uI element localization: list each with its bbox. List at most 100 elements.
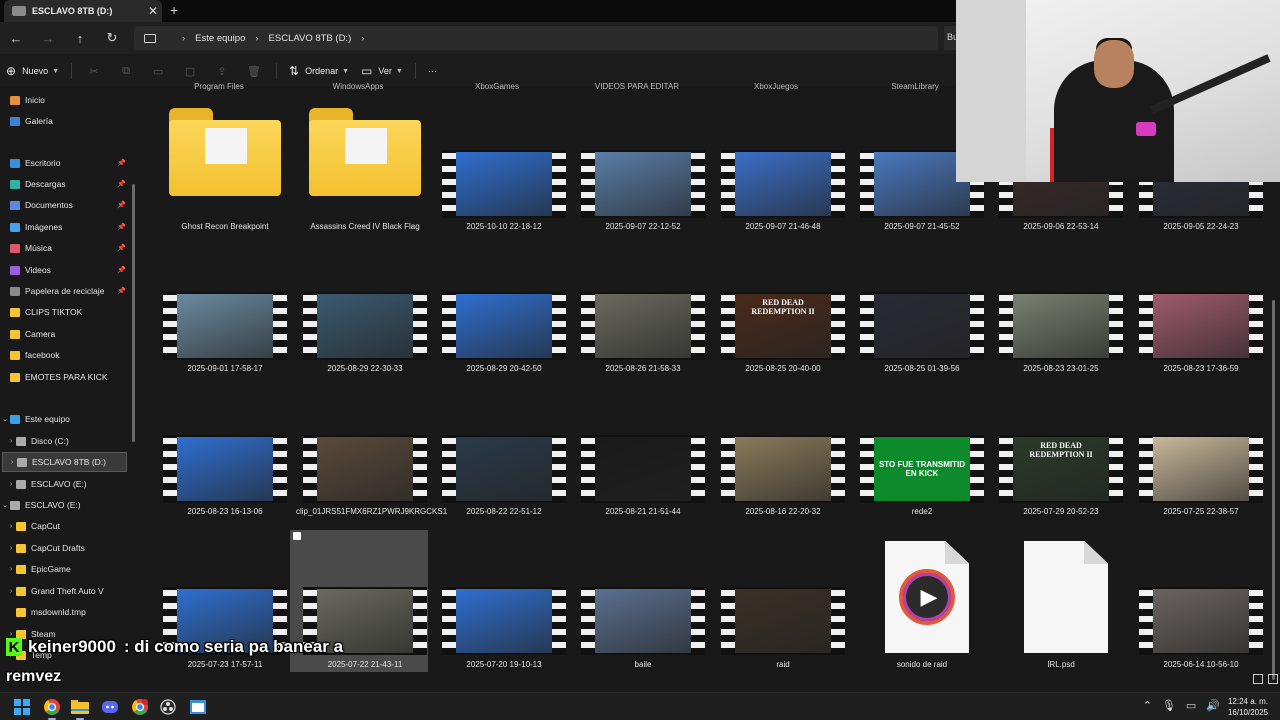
- rename-icon[interactable]: ▢: [174, 58, 206, 84]
- sidebar-item-disco-c[interactable]: › Disco (C:): [0, 431, 132, 451]
- pin-icon[interactable]: 📌: [117, 159, 126, 167]
- sidebar-item-videos[interactable]: Videos 📌: [0, 260, 132, 280]
- sidebar-item-esclavo-e-root[interactable]: ⌄ ESCLAVO (E:): [0, 495, 132, 515]
- folder-icon: [10, 329, 20, 339]
- chevron-right-icon[interactable]: ›: [361, 33, 364, 44]
- tiles-view-icon[interactable]: [1268, 674, 1278, 684]
- view-toggle[interactable]: [1248, 674, 1278, 684]
- file-explorer-icon[interactable]: [70, 697, 90, 720]
- file-name: 2025-08-29 20-42-50: [466, 364, 542, 373]
- close-tab-icon[interactable]: ✕: [144, 4, 162, 18]
- sidebar-item-descargas[interactable]: Descargas 📌: [0, 174, 132, 194]
- sidebar-item-msdownld[interactable]: msdownld.tmp: [0, 602, 132, 622]
- sidebar-item-facebook[interactable]: facebook: [0, 345, 132, 365]
- volume-icon[interactable]: 🔊: [1206, 699, 1220, 712]
- pin-icon[interactable]: 📌: [117, 180, 126, 188]
- chevron-up-icon[interactable]: ⌃: [1143, 699, 1152, 712]
- video-thumbnail: [581, 150, 705, 218]
- sidebar-item-camera[interactable]: Camera: [0, 324, 132, 344]
- sidebar-item-escritorio[interactable]: Escritorio 📌: [0, 153, 132, 173]
- pin-icon[interactable]: 📌: [117, 201, 126, 209]
- sidebar-item-papelera[interactable]: Papelera de reciclaje 📌: [0, 281, 132, 301]
- new-tab-icon[interactable]: +: [170, 2, 178, 18]
- sort-icon: ⇅: [289, 64, 300, 78]
- sidebar-item-clips-tiktok[interactable]: CLIPS TIKTOK: [0, 302, 132, 322]
- sort-button[interactable]: ⇅ Ordenar ▼: [283, 58, 355, 84]
- sidebar-item-galeria[interactable]: Galería: [0, 111, 132, 131]
- chevron-down-icon[interactable]: ⌄: [0, 501, 10, 509]
- more-options-icon[interactable]: ···: [422, 58, 443, 84]
- tab-title: ESCLAVO 8TB (D:): [32, 6, 113, 16]
- breadcrumb-este-equipo[interactable]: Este equipo: [195, 33, 245, 44]
- new-button[interactable]: ⊕ Nuevo ▼: [0, 58, 65, 84]
- kick-badge-icon: K: [6, 638, 22, 656]
- up-icon[interactable]: ↑: [64, 23, 96, 53]
- file-name: raid: [776, 660, 790, 669]
- sidebar-item-documentos[interactable]: Documentos 📌: [0, 195, 132, 215]
- video-thumbnail: [581, 292, 705, 360]
- tab-esclavo-8tb[interactable]: ESCLAVO 8TB (D:) ✕: [4, 0, 162, 22]
- thumbnail-image: [1153, 437, 1249, 501]
- back-icon[interactable]: ←: [0, 23, 32, 53]
- file-name: 2025-08-23 17-36-59: [1163, 364, 1239, 373]
- sidebar-item-epicgame[interactable]: › EpicGame: [0, 559, 132, 579]
- app-window-icon[interactable]: [188, 697, 208, 717]
- partial-label: VIDEOS PARA EDITAR: [594, 82, 680, 91]
- sidebar-item-label: ESCLAVO (E:): [25, 500, 81, 510]
- chevron-right-icon[interactable]: ›: [7, 459, 17, 466]
- details-view-icon[interactable]: [1253, 674, 1263, 684]
- chevron-right-icon[interactable]: ›: [6, 588, 16, 595]
- sidebar-item-esclavo-e[interactable]: › ESCLAVO (E:): [0, 474, 132, 494]
- address-bar[interactable]: › Este equipo › ESCLAVO 8TB (D:) ›: [134, 26, 938, 50]
- paste-icon[interactable]: ▭: [142, 58, 174, 84]
- chevron-right-icon[interactable]: ›: [6, 481, 16, 488]
- network-icon[interactable]: ▭: [1186, 699, 1196, 712]
- clock[interactable]: 12:24 a. m. 16/10/2025: [1228, 696, 1268, 718]
- sidebar-item-este-equipo[interactable]: ⌄ Este equipo: [0, 409, 132, 429]
- sidebar-item-esclavo-8tb[interactable]: › ESCLAVO 8TB (D:): [2, 452, 127, 472]
- chrome-profile-icon[interactable]: [130, 697, 150, 717]
- windows-start-icon[interactable]: [12, 697, 32, 717]
- sidebar-item-imagenes[interactable]: Imágenes 📌: [0, 217, 132, 237]
- content-scrollbar[interactable]: [1272, 300, 1275, 680]
- video-thumbnail: [721, 150, 845, 218]
- video-thumbnail: STO FUE TRANSMITID EN KICK: [860, 435, 984, 503]
- file-name: 2025-07-25 22-38-57: [1163, 507, 1239, 516]
- file-name: 2025-09-06 22-53-14: [1023, 222, 1099, 231]
- breadcrumb-esclavo-8tb[interactable]: ESCLAVO 8TB (D:): [269, 33, 352, 44]
- copy-icon[interactable]: ⧉: [110, 58, 142, 84]
- delete-icon[interactable]: 🗑: [238, 58, 270, 84]
- pin-icon[interactable]: 📌: [117, 223, 126, 231]
- pin-icon[interactable]: 📌: [117, 287, 126, 295]
- sidebar-item-label: Camera: [25, 329, 56, 339]
- view-button[interactable]: ▭ Ver ▼: [355, 58, 409, 84]
- sidebar-item-emotes[interactable]: EMOTES PARA KICK: [0, 367, 132, 387]
- selection-checkbox[interactable]: [293, 532, 301, 540]
- chevron-right-icon[interactable]: ›: [6, 438, 16, 445]
- sidebar-item-capcut-drafts[interactable]: › CapCut Drafts: [0, 538, 132, 558]
- chevron-down-icon[interactable]: ⌄: [0, 415, 10, 423]
- microphone-icon[interactable]: 🎙: [1162, 699, 1176, 712]
- chevron-right-icon[interactable]: ›: [6, 523, 16, 530]
- sidebar-scrollbar[interactable]: [132, 184, 135, 442]
- sidebar-item-inicio[interactable]: Inicio: [0, 90, 132, 110]
- chevron-right-icon[interactable]: ›: [6, 545, 16, 552]
- pin-icon[interactable]: 📌: [117, 244, 126, 252]
- discord-icon[interactable]: [100, 697, 120, 717]
- pin-icon[interactable]: 📌: [117, 266, 126, 274]
- cut-icon[interactable]: ✂: [78, 58, 110, 84]
- sidebar-item-musica[interactable]: Música 📌: [0, 238, 132, 258]
- chrome-icon[interactable]: [42, 697, 62, 720]
- file-name: 2025-08-23 23-01-25: [1023, 364, 1099, 373]
- system-tray[interactable]: ⌃ 🎙 ▭ 🔊: [1143, 699, 1220, 712]
- sidebar-item-label: Documentos: [25, 200, 73, 210]
- sidebar-item-gta-v[interactable]: › Grand Theft Auto V: [0, 581, 132, 601]
- forward-icon[interactable]: →: [32, 23, 64, 53]
- sidebar-item-label: EpicGame: [31, 564, 71, 574]
- refresh-icon[interactable]: ↻: [96, 23, 128, 53]
- obs-icon[interactable]: [158, 697, 178, 717]
- sidebar-item-capcut[interactable]: › CapCut: [0, 516, 132, 536]
- share-icon[interactable]: ⇪: [206, 58, 238, 84]
- video-thumbnail: [442, 150, 566, 218]
- chevron-right-icon[interactable]: ›: [6, 566, 16, 573]
